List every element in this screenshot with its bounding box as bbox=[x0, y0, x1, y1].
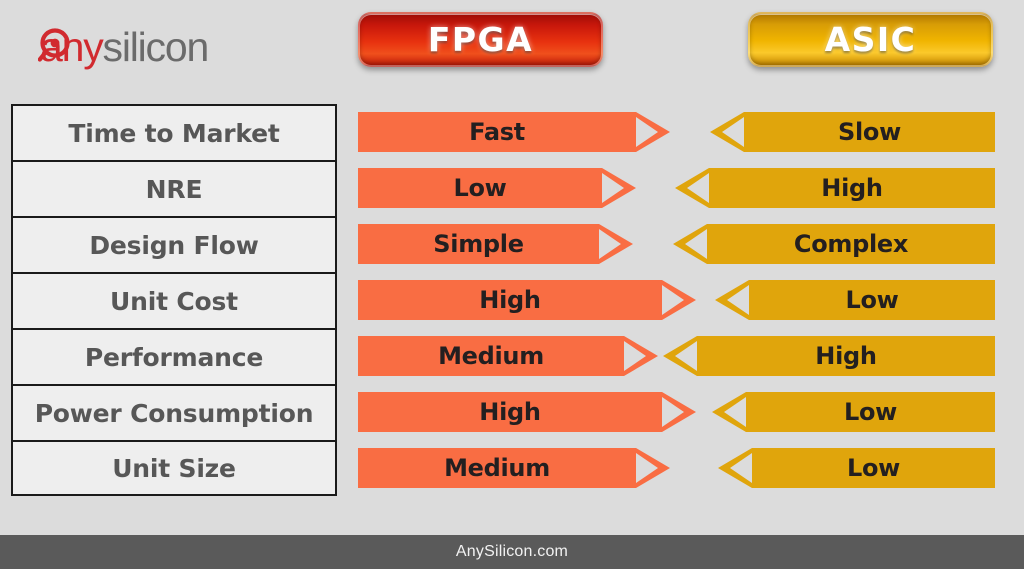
asic-value-bar-label: Complex bbox=[707, 224, 995, 264]
asic-value-bar-label: High bbox=[709, 168, 995, 208]
fpga-value-bar-label: Simple bbox=[358, 224, 599, 264]
column-header-asic-label: ASIC bbox=[824, 20, 917, 59]
asic-value-bar: Complex bbox=[673, 224, 995, 264]
arrow-head-left-icon bbox=[718, 448, 752, 488]
anysilicon-logo[interactable]: anysilicon bbox=[38, 22, 338, 72]
asic-value-bar: Low bbox=[718, 448, 995, 488]
arrow-head-right-icon bbox=[599, 224, 633, 264]
fpga-value-bar: Medium bbox=[358, 448, 670, 488]
asic-value-bar-label: Low bbox=[746, 392, 995, 432]
fpga-value-bar-label: Medium bbox=[358, 448, 636, 488]
fpga-value-bar: Medium bbox=[358, 336, 658, 376]
fpga-value-bar: High bbox=[358, 392, 696, 432]
fpga-value-bar: Low bbox=[358, 168, 636, 208]
arrow-head-left-icon bbox=[715, 280, 749, 320]
arrow-head-right-icon bbox=[636, 448, 670, 488]
column-header-fpga[interactable]: FPGA bbox=[358, 12, 603, 67]
asic-value-bar-label: High bbox=[697, 336, 995, 376]
comparison-rows: Fast Slow Low High Simple Complex High Low Mediu… bbox=[0, 104, 1024, 496]
asic-value-bar: Low bbox=[712, 392, 995, 432]
arrow-head-right-icon bbox=[662, 392, 696, 432]
comparison-row: High Low bbox=[0, 272, 1024, 328]
asic-value-bar-label: Slow bbox=[744, 112, 995, 152]
fpga-value-bar: High bbox=[358, 280, 696, 320]
fpga-value-bar-label: High bbox=[358, 280, 662, 320]
asic-value-bar-label: Low bbox=[749, 280, 995, 320]
logo-silicon-text: silicon bbox=[102, 23, 210, 70]
asic-value-bar: Low bbox=[715, 280, 995, 320]
asic-value-bar: Slow bbox=[710, 112, 995, 152]
arrow-head-left-icon bbox=[712, 392, 746, 432]
arrow-head-right-icon bbox=[602, 168, 636, 208]
arrow-head-left-icon bbox=[663, 336, 697, 376]
comparison-row: Simple Complex bbox=[0, 216, 1024, 272]
footer-bar: AnySilicon.com bbox=[0, 535, 1024, 569]
fpga-value-bar-label: Fast bbox=[358, 112, 636, 152]
asic-value-bar: High bbox=[675, 168, 995, 208]
asic-value-bar-label: Low bbox=[752, 448, 995, 488]
arrow-head-left-icon bbox=[673, 224, 707, 264]
comparison-row: Low High bbox=[0, 160, 1024, 216]
comparison-row: Medium Low bbox=[0, 440, 1024, 496]
infographic-canvas: anysilicon FPGA ASIC Time to Market NRE De… bbox=[0, 0, 1024, 569]
footer-website-text: AnySilicon.com bbox=[455, 543, 569, 560]
fpga-value-bar-label: Low bbox=[358, 168, 602, 208]
arrow-head-right-icon bbox=[662, 280, 696, 320]
arrow-head-left-icon bbox=[675, 168, 709, 208]
fpga-value-bar-label: High bbox=[358, 392, 662, 432]
arrow-head-right-icon bbox=[636, 112, 670, 152]
arrow-head-left-icon bbox=[710, 112, 744, 152]
fpga-value-bar-label: Medium bbox=[358, 336, 624, 376]
column-header-fpga-label: FPGA bbox=[427, 20, 534, 59]
fpga-value-bar: Fast bbox=[358, 112, 670, 152]
comparison-row: Medium High bbox=[0, 328, 1024, 384]
arrow-head-right-icon bbox=[624, 336, 658, 376]
asic-value-bar: High bbox=[663, 336, 995, 376]
column-header-asic[interactable]: ASIC bbox=[748, 12, 993, 67]
fpga-value-bar: Simple bbox=[358, 224, 633, 264]
magnifier-a-icon bbox=[38, 28, 70, 62]
comparison-row: High Low bbox=[0, 384, 1024, 440]
comparison-row: Fast Slow bbox=[0, 104, 1024, 160]
